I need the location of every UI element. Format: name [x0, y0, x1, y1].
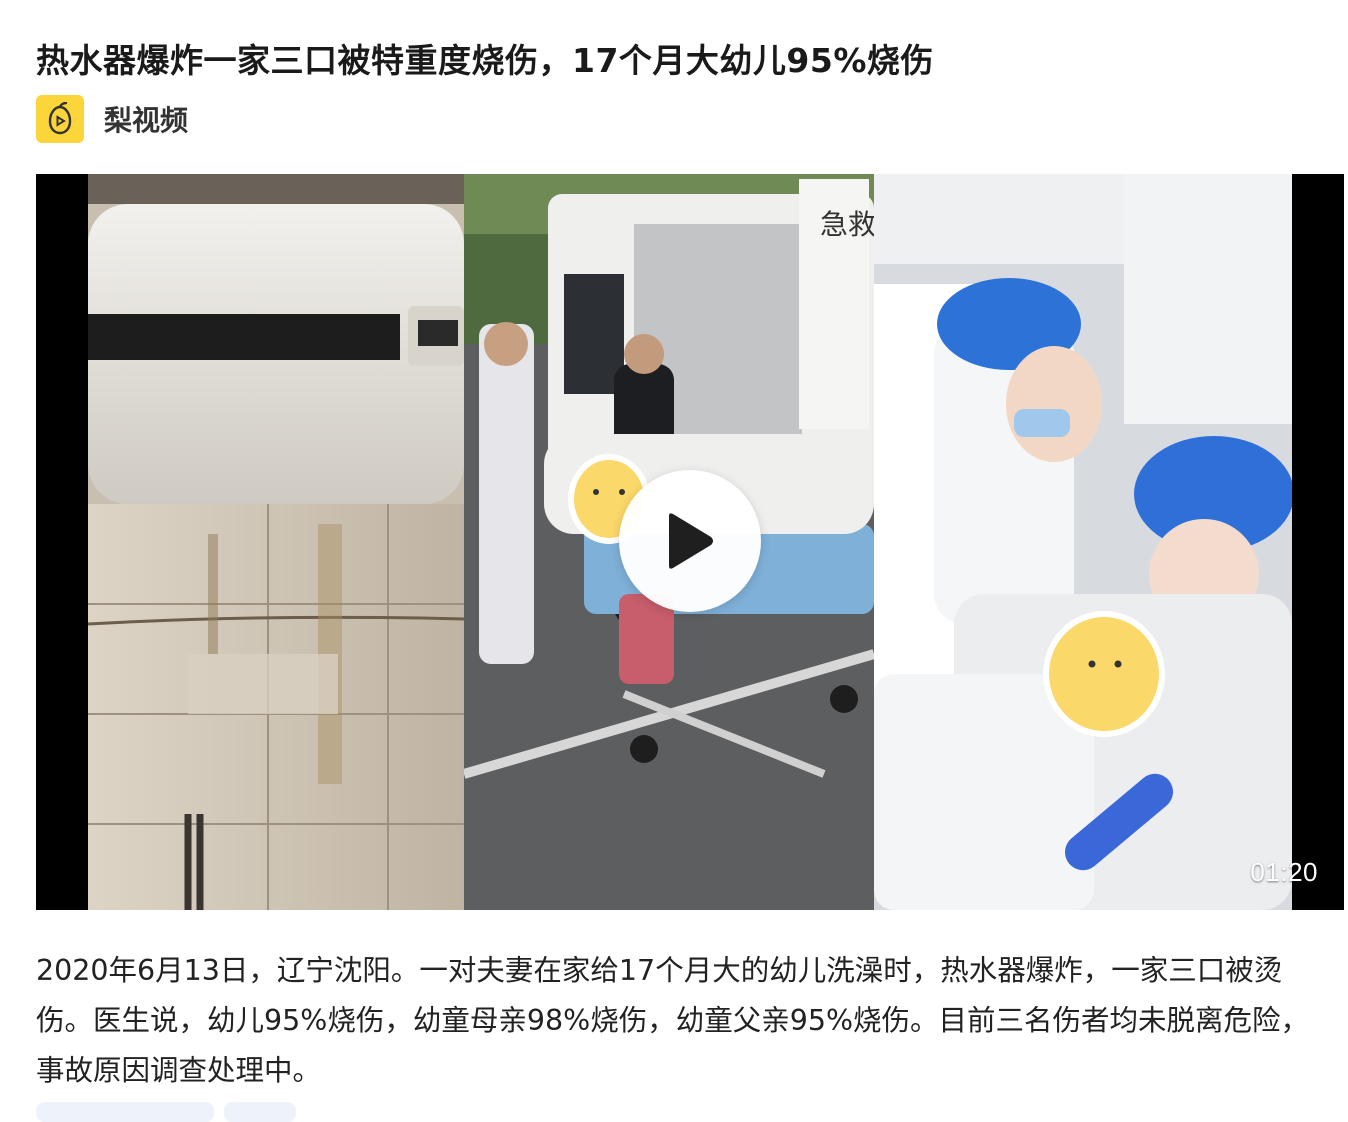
tag-chip[interactable] — [36, 1102, 214, 1122]
source-name[interactable]: 梨视频 — [104, 99, 188, 139]
video-duration: 01:20 — [1250, 857, 1318, 887]
source-author[interactable]: 梨视频 — [36, 95, 188, 143]
article-title: 热水器爆炸一家三口被特重度烧伤，17个月大幼儿95%烧伤 — [36, 41, 934, 80]
article-description: 2020年6月13日，辽宁沈阳。一对夫妻在家给17个月大的幼儿洗澡时，热水器爆炸… — [36, 954, 1310, 1087]
tag-row — [36, 1102, 296, 1122]
play-button[interactable] — [619, 470, 761, 612]
play-icon — [669, 513, 713, 569]
video-frame-water-heater — [88, 174, 464, 910]
video-frame-hospital — [874, 174, 1292, 910]
ambulance-sign-text: 急救 — [820, 208, 874, 241]
video-player[interactable]: 急救 01:20 — [36, 174, 1344, 910]
pear-video-logo-icon[interactable] — [36, 95, 84, 143]
tag-chip[interactable] — [224, 1102, 296, 1122]
